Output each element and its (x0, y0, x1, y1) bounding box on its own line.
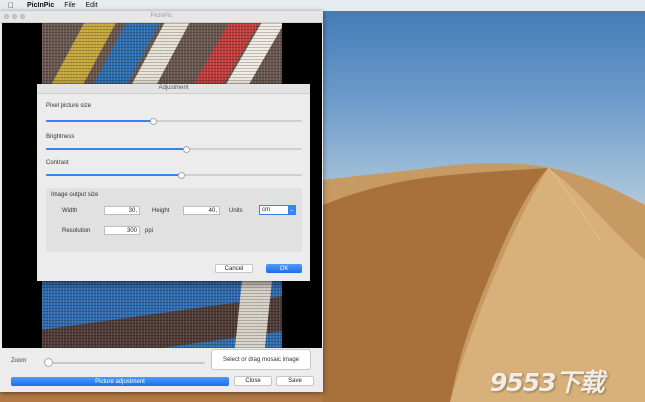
apple-logo-icon[interactable]:  (0, 1, 22, 10)
pixel-size-label: Pixel picture size (46, 103, 92, 109)
bottom-controls: Zoom Select or drag mosaic image Picture… (0, 348, 323, 392)
units-label: Units (229, 208, 243, 214)
output-size-heading: Image output size (51, 192, 99, 198)
select-mosaic-image-button[interactable]: Select or drag mosaic image (211, 349, 311, 370)
menu-file[interactable]: File (59, 2, 80, 9)
brightness-knob[interactable] (183, 145, 191, 153)
resolution-field[interactable]: 300 (104, 226, 140, 235)
window-title: PicInPic (150, 13, 173, 19)
resolution-label: Resolution (62, 228, 91, 234)
menu-app[interactable]: PicInPic (22, 2, 59, 9)
ok-button[interactable]: OK (266, 264, 302, 273)
cancel-button[interactable]: Cancel (215, 264, 253, 273)
pixel-size-slider[interactable] (46, 120, 302, 122)
menu-edit[interactable]: Edit (81, 2, 103, 9)
picture-adjustment-button[interactable]: Picture adjustment (11, 377, 229, 386)
zoom-slider-knob[interactable] (44, 358, 53, 367)
height-field[interactable]: 40, (183, 206, 220, 215)
width-field[interactable]: 30, (104, 206, 140, 215)
adjustment-dialog: Adjustment Pixel picture size Brightness… (37, 84, 310, 281)
window-titlebar[interactable]: PicInPic (0, 11, 323, 23)
width-label: Width (62, 208, 78, 214)
dialog-title: Adjustment (37, 84, 310, 94)
close-button[interactable]: Close (234, 376, 272, 386)
save-button[interactable]: Save (276, 376, 314, 386)
zoom-label: Zoom (11, 358, 27, 364)
brightness-slider[interactable] (46, 148, 302, 150)
menu-bar:  PicInPic File Edit (0, 0, 645, 11)
units-select[interactable]: cm ⌄ (259, 205, 296, 215)
brightness-label: Brightness (46, 134, 75, 140)
contrast-slider[interactable] (46, 174, 302, 176)
pixel-size-knob[interactable] (150, 117, 158, 125)
resolution-unit: ppi (145, 228, 154, 234)
output-size-group: Image output size Width 30, Height 40, U… (46, 188, 302, 252)
chevron-down-icon: ⌄ (288, 206, 295, 214)
units-value: cm (262, 207, 270, 213)
zoom-slider-track[interactable] (48, 362, 205, 364)
watermark-logo: 9553下载 (490, 368, 605, 397)
contrast-knob[interactable] (178, 171, 186, 179)
contrast-label: Contrast (46, 160, 69, 166)
height-label: Height (152, 208, 170, 214)
